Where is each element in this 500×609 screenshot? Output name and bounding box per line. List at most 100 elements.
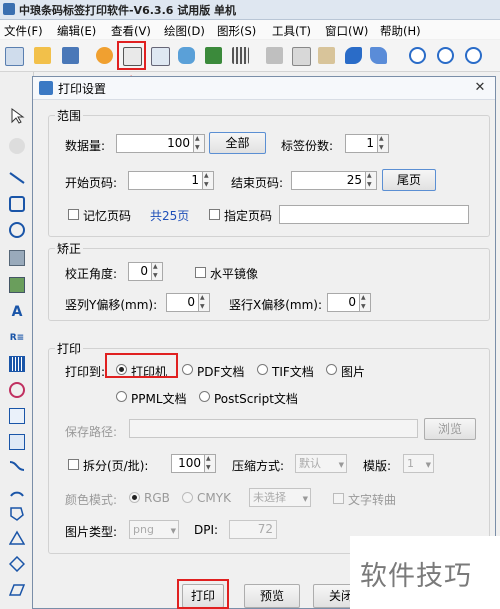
quantity-spinner[interactable] bbox=[194, 134, 205, 153]
compress-label: 压缩方式: bbox=[232, 459, 285, 473]
preview-button[interactable]: 预览 bbox=[244, 584, 300, 608]
menu-file[interactable]: 文件(F) bbox=[4, 23, 43, 39]
parallelogram-tool-icon[interactable] bbox=[9, 582, 25, 598]
text-to-curve-checkbox[interactable] bbox=[333, 493, 344, 504]
curve-tool-icon[interactable] bbox=[9, 458, 25, 474]
angle-label: 校正角度: bbox=[65, 267, 118, 281]
start-page-spinner[interactable] bbox=[203, 171, 214, 190]
image-radio[interactable] bbox=[326, 364, 337, 375]
ppml-radio[interactable] bbox=[116, 391, 127, 402]
rgb-radio[interactable] bbox=[129, 492, 140, 503]
horizontal-mirror-checkbox[interactable] bbox=[195, 267, 206, 278]
row-x-offset-spinner[interactable] bbox=[360, 293, 371, 312]
new-file-icon[interactable] bbox=[5, 47, 24, 66]
cmyk-label: CMYK bbox=[197, 491, 231, 505]
menu-tools[interactable]: 工具(T) bbox=[272, 23, 311, 39]
database-icon[interactable] bbox=[178, 47, 195, 64]
zoom-fit-icon[interactable] bbox=[465, 47, 482, 64]
cmyk-radio[interactable] bbox=[182, 492, 193, 503]
menu-draw[interactable]: 绘图(D) bbox=[164, 23, 205, 39]
triangle-tool-icon[interactable] bbox=[9, 530, 25, 546]
menu-window[interactable]: 窗口(W) bbox=[325, 23, 368, 39]
print-settings-dialog: 打印设置 ✕ 范围 数据量: 100 全部 标签份数: 1 开始页码: 1 结束… bbox=[32, 76, 496, 609]
remember-page-checkbox[interactable] bbox=[68, 209, 79, 220]
paste-icon[interactable] bbox=[318, 47, 335, 64]
split-input[interactable]: 100 bbox=[171, 454, 205, 473]
pan-hand-icon[interactable] bbox=[9, 138, 25, 154]
split-checkbox[interactable] bbox=[68, 459, 79, 470]
specify-page-input[interactable] bbox=[279, 205, 469, 224]
color-profile-dropdown[interactable]: 未选择 bbox=[249, 488, 311, 508]
menu-view[interactable]: 查看(V) bbox=[111, 23, 151, 39]
browse-button[interactable]: 浏览 bbox=[424, 418, 476, 440]
cut-icon[interactable] bbox=[266, 47, 283, 64]
postscript-radio[interactable] bbox=[199, 391, 210, 402]
redo-icon[interactable] bbox=[370, 47, 387, 64]
end-page-input[interactable]: 25 bbox=[291, 171, 366, 190]
ellipse-tool-icon[interactable] bbox=[9, 222, 25, 238]
rectangle-tool-icon[interactable] bbox=[9, 196, 25, 212]
angle-spinner[interactable] bbox=[152, 262, 163, 281]
specify-page-checkbox[interactable] bbox=[209, 209, 220, 220]
horizontal-mirror-label: 水平镜像 bbox=[210, 267, 259, 281]
print-preview-icon[interactable] bbox=[151, 47, 170, 66]
start-page-input[interactable]: 1 bbox=[128, 171, 203, 190]
app-title: 中琅条码标签打印软件-V6.3.6 试用版 单机 bbox=[19, 4, 237, 17]
copies-label: 标签份数: bbox=[281, 139, 334, 153]
text-tool-icon[interactable]: A bbox=[9, 304, 25, 320]
settings-gear-icon[interactable] bbox=[96, 47, 113, 64]
zoom-out-icon[interactable] bbox=[437, 47, 454, 64]
end-page-spinner[interactable] bbox=[366, 171, 377, 190]
split-spinner[interactable] bbox=[205, 454, 216, 473]
specify-page-label: 指定页码 bbox=[224, 209, 273, 223]
menu-edit[interactable]: 编辑(E) bbox=[57, 23, 96, 39]
qrcode-tool-icon[interactable] bbox=[9, 382, 25, 398]
rich-text-tool-icon[interactable]: R≡ bbox=[9, 330, 25, 346]
col-y-offset-spinner[interactable] bbox=[199, 293, 210, 312]
undo-icon[interactable] bbox=[345, 47, 362, 64]
tif-radio[interactable] bbox=[257, 364, 268, 375]
pdf-option-label: PDF文档 bbox=[197, 365, 245, 379]
dpi-input[interactable]: 72 bbox=[229, 520, 277, 539]
watermark-text: 软件技巧 bbox=[360, 561, 472, 592]
copy-icon[interactable] bbox=[292, 47, 311, 66]
template-dropdown[interactable]: 1 bbox=[403, 454, 434, 474]
select-arrow-icon[interactable] bbox=[9, 108, 25, 124]
col-y-offset-input[interactable]: 0 bbox=[166, 293, 199, 312]
save-path-input[interactable] bbox=[129, 419, 418, 438]
polygon-tool-icon[interactable] bbox=[9, 506, 25, 522]
row-x-offset-input[interactable]: 0 bbox=[327, 293, 360, 312]
close-icon[interactable]: ✕ bbox=[471, 80, 489, 96]
menu-bar: 文件(F) 编辑(E) 查看(V) 绘图(D) 图形(S) 工具(T) 窗口(W… bbox=[0, 20, 500, 39]
table-tool-icon[interactable] bbox=[9, 408, 25, 424]
last-page-button[interactable]: 尾页 bbox=[382, 169, 436, 191]
image-type-dropdown[interactable]: png bbox=[129, 520, 179, 540]
save-icon[interactable] bbox=[62, 47, 79, 64]
zoom-in-icon[interactable] bbox=[409, 47, 426, 64]
diamond-tool-icon[interactable] bbox=[9, 556, 25, 572]
barcode-tool-icon[interactable] bbox=[9, 356, 25, 372]
angle-input[interactable]: 0 bbox=[128, 262, 152, 281]
copies-input[interactable]: 1 bbox=[345, 134, 378, 153]
shape-tool-icon[interactable] bbox=[9, 434, 25, 450]
rgb-label: RGB bbox=[144, 491, 170, 505]
correction-legend: 矫正 bbox=[57, 242, 82, 256]
arc-tool-icon[interactable] bbox=[9, 482, 25, 498]
image-tool-icon[interactable] bbox=[9, 250, 25, 266]
menu-help[interactable]: 帮助(H) bbox=[380, 23, 421, 39]
split-label: 拆分(页/批): bbox=[83, 459, 149, 473]
print-icon-highlight bbox=[117, 41, 146, 70]
toolbar bbox=[0, 40, 500, 72]
pdf-radio[interactable] bbox=[182, 364, 193, 375]
line-tool-icon[interactable] bbox=[9, 170, 25, 186]
quantity-input[interactable]: 100 bbox=[116, 134, 194, 153]
compress-dropdown[interactable]: 默认 bbox=[295, 454, 347, 474]
copies-spinner[interactable] bbox=[378, 134, 389, 153]
excel-icon[interactable] bbox=[205, 47, 222, 64]
picture-tool-icon[interactable] bbox=[9, 277, 25, 293]
all-button[interactable]: 全部 bbox=[209, 132, 266, 154]
open-folder-icon[interactable] bbox=[34, 47, 51, 64]
postscript-option-label: PostScript文档 bbox=[214, 392, 298, 406]
menu-shape[interactable]: 图形(S) bbox=[217, 23, 256, 39]
grid-icon[interactable] bbox=[232, 47, 249, 64]
